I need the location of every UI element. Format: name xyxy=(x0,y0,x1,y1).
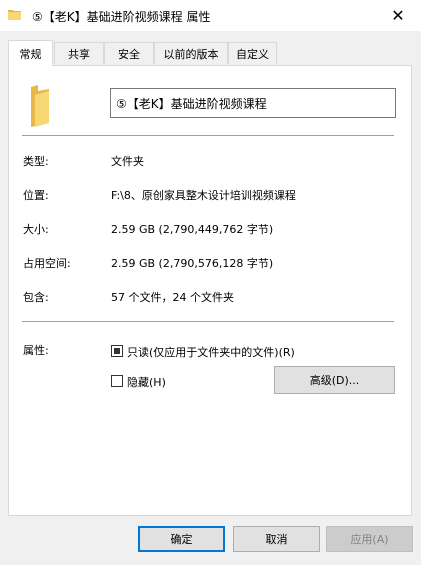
tab-previous-versions[interactable]: 以前的版本 xyxy=(154,42,228,64)
size-label: 大小: xyxy=(23,223,49,236)
contains-label: 包含: xyxy=(23,291,49,304)
type-value: 文件夹 xyxy=(111,155,144,168)
folder-name-value: ⑤【老K】基础进阶视频课程 xyxy=(116,96,267,111)
divider xyxy=(22,321,394,322)
location-value: F:\8、原创家具整木设计培训视频课程 xyxy=(111,189,296,202)
folder-name-field[interactable]: ⑤【老K】基础进阶视频课程 xyxy=(110,88,396,118)
apply-button[interactable]: 应用(A) xyxy=(326,526,413,552)
folder-icon xyxy=(8,10,21,20)
location-label: 位置: xyxy=(23,189,49,202)
size-on-disk-label: 占用空间: xyxy=(23,257,71,270)
readonly-label: 只读(仅应用于文件夹中的文件)(R) xyxy=(127,346,295,359)
advanced-button[interactable]: 高级(D)... xyxy=(274,366,395,394)
type-label: 类型: xyxy=(23,155,49,168)
ok-button[interactable]: 确定 xyxy=(138,526,225,552)
hidden-label: 隐藏(H) xyxy=(127,376,166,389)
attributes-label: 属性: xyxy=(23,344,49,357)
divider xyxy=(22,135,394,136)
readonly-checkbox[interactable] xyxy=(111,345,123,357)
tab-sharing[interactable]: 共享 xyxy=(54,42,104,64)
cancel-button[interactable]: 取消 xyxy=(233,526,320,552)
hidden-checkbox[interactable] xyxy=(111,375,123,387)
contains-value: 57 个文件，24 个文件夹 xyxy=(111,291,234,304)
close-button[interactable]: ✕ xyxy=(375,0,421,31)
window-title: ⑤【老K】基础进阶视频课程 属性 xyxy=(32,10,211,24)
folder-icon xyxy=(31,85,49,127)
tab-security[interactable]: 安全 xyxy=(104,42,154,64)
tab-general[interactable]: 常规 xyxy=(8,40,53,66)
size-value: 2.59 GB (2,790,449,762 字节) xyxy=(111,223,274,236)
title-bar: ⑤【老K】基础进阶视频课程 属性 ✕ xyxy=(0,0,421,31)
tab-customize[interactable]: 自定义 xyxy=(228,42,277,64)
size-on-disk-value: 2.59 GB (2,790,576,128 字节) xyxy=(111,257,274,270)
close-icon: ✕ xyxy=(391,6,405,25)
